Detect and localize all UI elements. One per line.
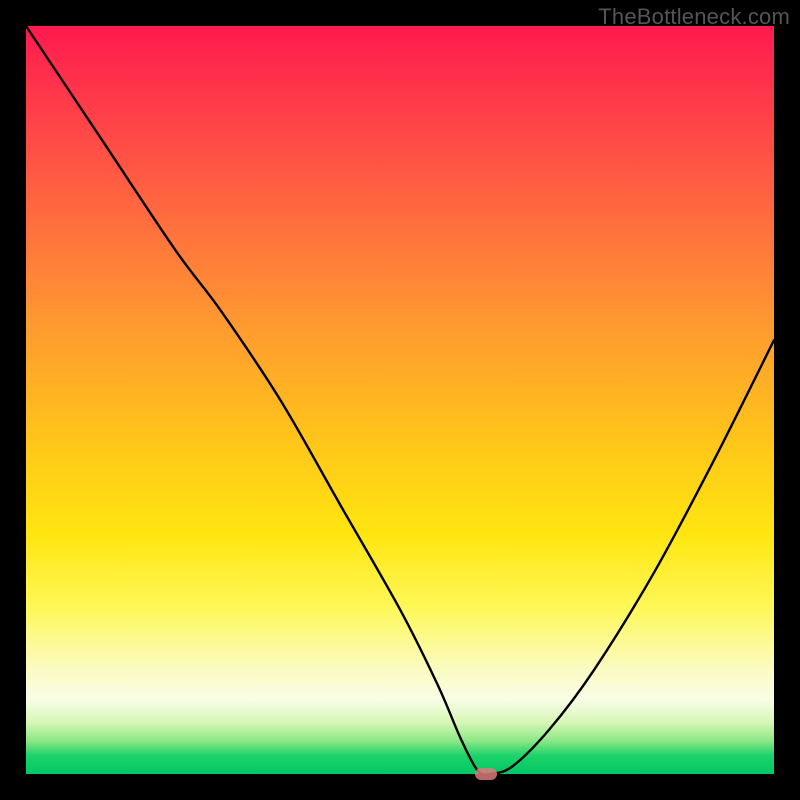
chart-frame: TheBottleneck.com [0,0,800,800]
watermark-text: TheBottleneck.com [598,4,790,30]
plot-area [26,26,774,774]
curve-line [26,26,774,774]
marker-pill [475,768,497,780]
